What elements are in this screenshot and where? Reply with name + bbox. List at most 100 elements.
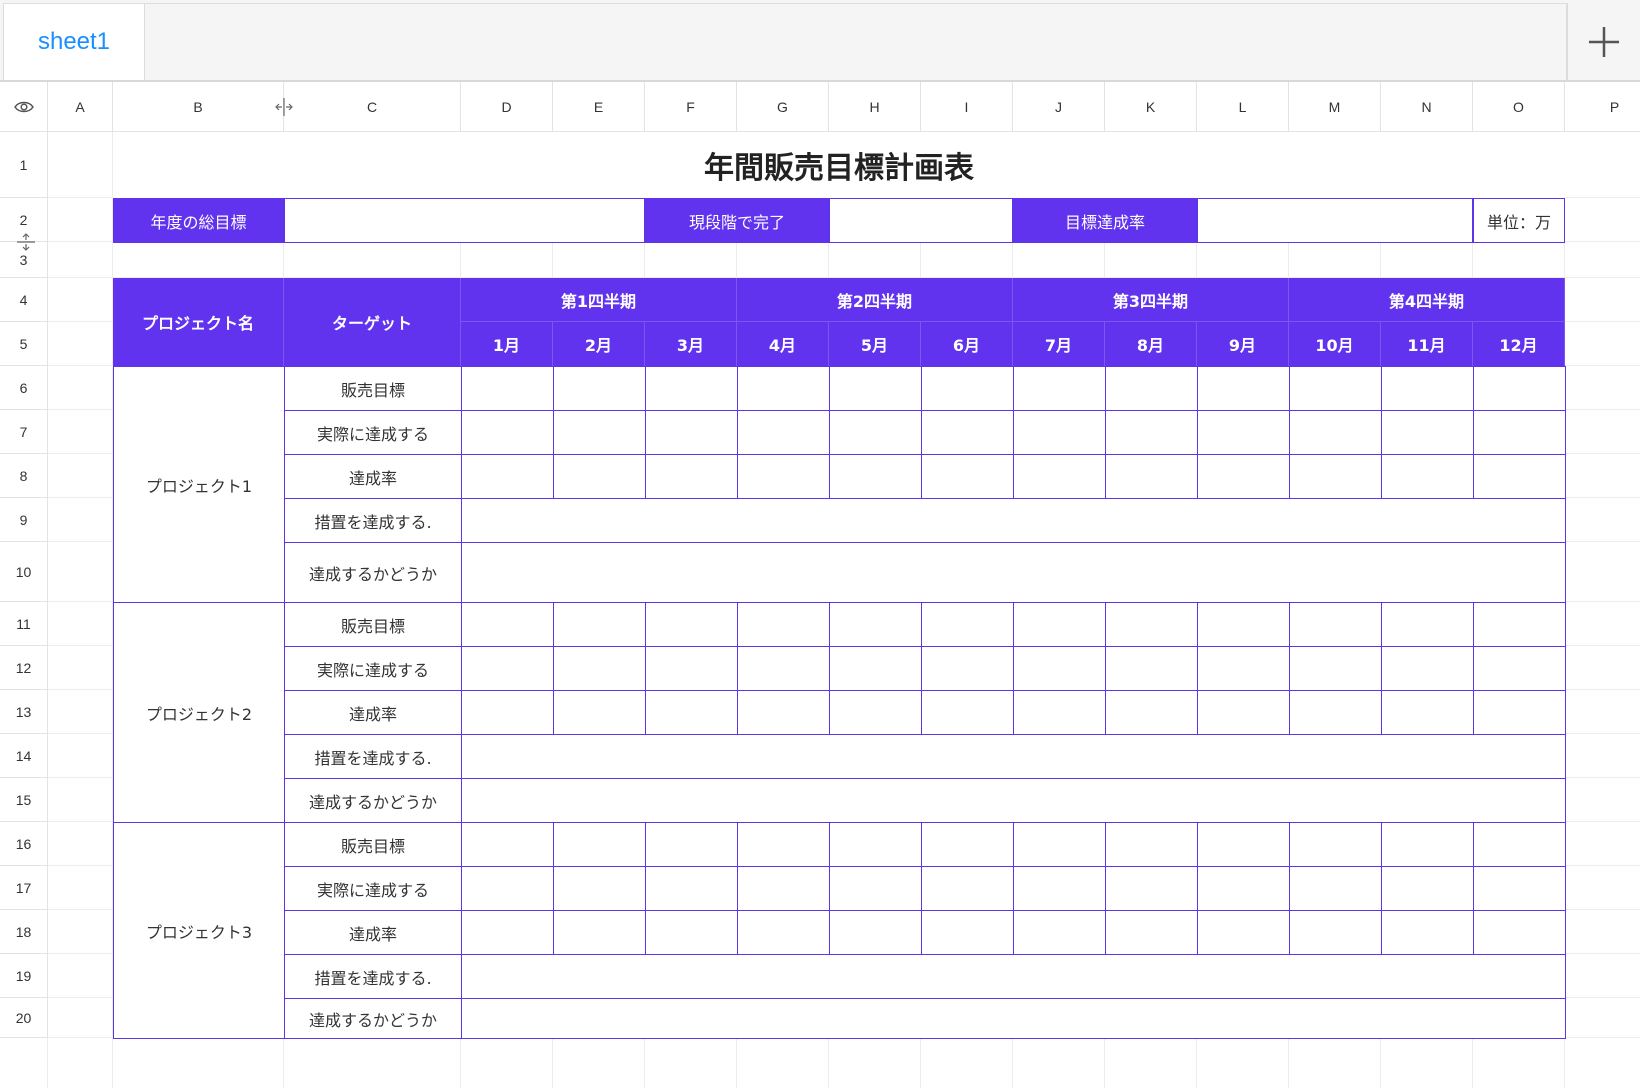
data-cell[interactable] xyxy=(553,602,646,647)
project-name-cell[interactable]: プロジェクト3 xyxy=(113,822,285,1039)
data-cell[interactable] xyxy=(1105,646,1198,691)
data-cell[interactable] xyxy=(737,646,830,691)
quarter-header[interactable]: 第2四半期 xyxy=(737,278,1013,322)
data-cell[interactable] xyxy=(829,866,922,911)
data-cell[interactable] xyxy=(1289,866,1382,911)
row-header[interactable]: 10 xyxy=(0,542,48,602)
unit-label[interactable]: 単位：万 xyxy=(1473,198,1565,243)
data-cell[interactable] xyxy=(1105,602,1198,647)
column-header[interactable]: P xyxy=(1565,82,1640,132)
column-header[interactable]: K xyxy=(1105,82,1197,132)
data-cell[interactable] xyxy=(737,366,830,411)
data-cell[interactable] xyxy=(1013,366,1106,411)
data-cell[interactable] xyxy=(737,454,830,499)
data-cell[interactable] xyxy=(1105,910,1198,955)
column-header[interactable]: O xyxy=(1473,82,1565,132)
target-label-cell[interactable]: 販売目標 xyxy=(284,602,462,647)
data-cell[interactable] xyxy=(1381,366,1474,411)
data-cell[interactable] xyxy=(461,690,554,735)
data-cell[interactable] xyxy=(1197,690,1290,735)
data-cell[interactable] xyxy=(1381,410,1474,455)
quarter-header[interactable]: 第3四半期 xyxy=(1013,278,1289,322)
data-cell[interactable] xyxy=(1105,366,1198,411)
data-cell[interactable] xyxy=(1105,866,1198,911)
row-header[interactable]: 12 xyxy=(0,646,48,690)
data-cell[interactable] xyxy=(1197,410,1290,455)
column-header[interactable]: I xyxy=(921,82,1013,132)
total-goal-label[interactable]: 年度の総目標 xyxy=(113,198,284,243)
merged-note-cell[interactable] xyxy=(461,542,1566,603)
data-cell[interactable] xyxy=(1013,602,1106,647)
data-cell[interactable] xyxy=(553,822,646,867)
data-cell[interactable] xyxy=(1289,410,1382,455)
merged-note-cell[interactable] xyxy=(461,998,1566,1039)
data-cell[interactable] xyxy=(1381,454,1474,499)
data-cell[interactable] xyxy=(645,410,738,455)
column-header[interactable]: C xyxy=(284,82,461,132)
data-cell[interactable] xyxy=(1013,866,1106,911)
target-label-cell[interactable]: 販売目標 xyxy=(284,822,462,867)
data-cell[interactable] xyxy=(1381,910,1474,955)
data-cell[interactable] xyxy=(1381,646,1474,691)
data-cell[interactable] xyxy=(645,690,738,735)
data-cell[interactable] xyxy=(1473,366,1566,411)
data-cell[interactable] xyxy=(461,602,554,647)
data-cell[interactable] xyxy=(1105,410,1198,455)
data-cell[interactable] xyxy=(921,822,1014,867)
target-label-cell[interactable]: 達成するかどうか xyxy=(284,778,462,823)
quarter-header[interactable]: 第1四半期 xyxy=(461,278,737,322)
month-header[interactable]: 11月 xyxy=(1381,322,1473,366)
data-cell[interactable] xyxy=(829,454,922,499)
data-cell[interactable] xyxy=(1013,454,1106,499)
data-cell[interactable] xyxy=(1473,602,1566,647)
data-cell[interactable] xyxy=(737,866,830,911)
data-cell[interactable] xyxy=(1105,454,1198,499)
data-cell[interactable] xyxy=(1013,910,1106,955)
data-cell[interactable] xyxy=(921,690,1014,735)
row-header[interactable]: 8 xyxy=(0,454,48,498)
data-cell[interactable] xyxy=(1197,822,1290,867)
data-cell[interactable] xyxy=(1197,602,1290,647)
target-header[interactable]: ターゲット xyxy=(284,278,461,366)
column-header[interactable]: A xyxy=(48,82,113,132)
row-header[interactable]: 18 xyxy=(0,910,48,954)
data-cell[interactable] xyxy=(461,646,554,691)
data-cell[interactable] xyxy=(1473,454,1566,499)
data-cell[interactable] xyxy=(461,410,554,455)
data-cell[interactable] xyxy=(921,910,1014,955)
target-label-cell[interactable]: 達成率 xyxy=(284,454,462,499)
tab-sheet1[interactable]: sheet1 xyxy=(3,3,145,80)
row-header[interactable]: 19 xyxy=(0,954,48,998)
add-sheet-button[interactable] xyxy=(1566,3,1640,80)
column-header[interactable]: J xyxy=(1013,82,1105,132)
data-cell[interactable] xyxy=(1381,690,1474,735)
data-cell[interactable] xyxy=(645,602,738,647)
data-cell[interactable] xyxy=(737,690,830,735)
data-cell[interactable] xyxy=(1289,822,1382,867)
month-header[interactable]: 1月 xyxy=(461,322,553,366)
data-cell[interactable] xyxy=(461,366,554,411)
row-header[interactable]: 13 xyxy=(0,690,48,734)
data-cell[interactable] xyxy=(1197,866,1290,911)
row-header[interactable]: 6 xyxy=(0,366,48,410)
data-cell[interactable] xyxy=(1289,646,1382,691)
data-cell[interactable] xyxy=(1013,410,1106,455)
month-header[interactable]: 3月 xyxy=(645,322,737,366)
data-cell[interactable] xyxy=(921,366,1014,411)
project-name-cell[interactable]: プロジェクト2 xyxy=(113,602,285,823)
column-header[interactable]: G xyxy=(737,82,829,132)
column-header[interactable]: B xyxy=(113,82,284,132)
data-cell[interactable] xyxy=(1289,910,1382,955)
data-cell[interactable] xyxy=(645,454,738,499)
data-cell[interactable] xyxy=(1381,866,1474,911)
data-cell[interactable] xyxy=(553,690,646,735)
target-label-cell[interactable]: 達成率 xyxy=(284,910,462,955)
row-header[interactable]: 15 xyxy=(0,778,48,822)
data-cell[interactable] xyxy=(553,454,646,499)
row-header[interactable]: 4 xyxy=(0,278,48,322)
data-cell[interactable] xyxy=(829,410,922,455)
month-header[interactable]: 2月 xyxy=(553,322,645,366)
row-header[interactable]: 16 xyxy=(0,822,48,866)
sheet-title[interactable]: 年間販売目標計画表 xyxy=(113,132,1565,198)
row-header[interactable]: 7 xyxy=(0,410,48,454)
